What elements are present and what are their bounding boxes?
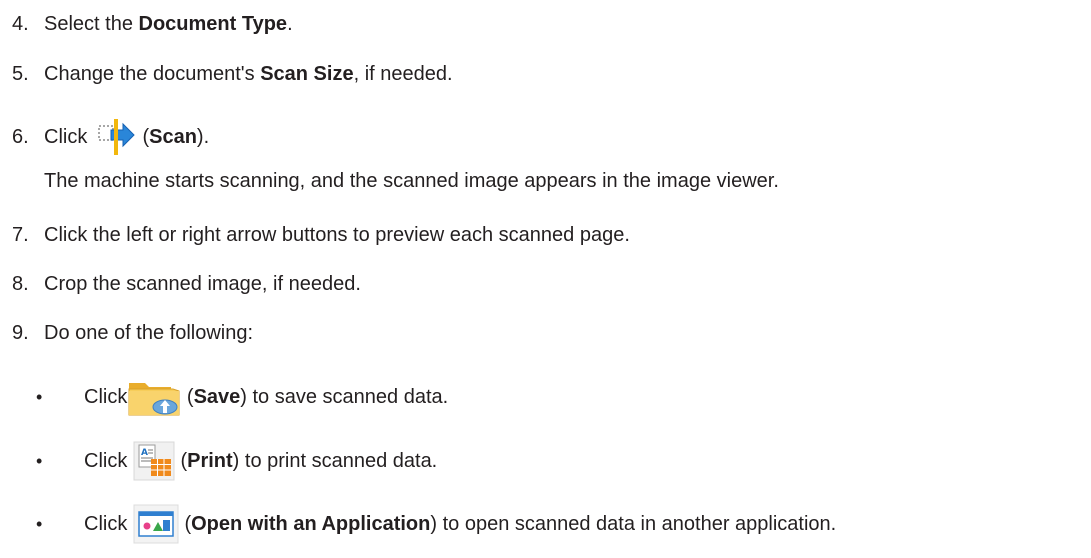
option-bold: Print xyxy=(187,450,233,472)
step-paren-open: ( xyxy=(136,126,150,148)
step-9: 9. Do one of the following: xyxy=(12,321,253,345)
step-text: Select the xyxy=(44,13,139,35)
step-number: 8. xyxy=(12,273,29,295)
step-4: 4. Select the Document Type. xyxy=(12,12,293,36)
option-save: • Click (Save) to save scanned data. xyxy=(36,377,448,417)
option-text: Click xyxy=(84,513,133,535)
svg-text:A: A xyxy=(141,448,148,458)
option-text-end: ) to print scanned data. xyxy=(232,450,438,472)
step-number: 9. xyxy=(12,322,29,344)
step-number: 5. xyxy=(12,63,29,85)
step-text: Change the document's xyxy=(44,63,261,85)
step-8: 8. Crop the scanned image, if needed. xyxy=(12,272,361,296)
option-print: • Click A (Print) to print scanned data. xyxy=(36,441,437,481)
step-bold: Scan xyxy=(149,126,197,148)
option-text: Click xyxy=(84,386,128,408)
bullet: • xyxy=(36,514,43,534)
bullet: • xyxy=(36,451,43,471)
step-bold: Document Type xyxy=(138,13,288,35)
step-number: 6. xyxy=(12,126,29,148)
step-text: Do one of the following: xyxy=(44,322,254,344)
bullet: • xyxy=(36,387,43,407)
option-bold: Open with an Application xyxy=(191,513,431,535)
option-paren-open: ( xyxy=(181,386,194,408)
option-open-with-application: • Click (Open with an Application) to ope… xyxy=(36,504,836,544)
scan-icon xyxy=(97,117,137,157)
step-text-end: . xyxy=(287,13,293,35)
step-6-detail: The machine starts scanning, and the sca… xyxy=(44,170,779,192)
save-folder-icon xyxy=(127,377,181,417)
step-5: 5. Change the document's Scan Size, if ne… xyxy=(12,62,453,86)
open-with-application-icon xyxy=(133,504,179,544)
step-bold: Scan Size xyxy=(260,63,354,85)
step-number: 4. xyxy=(12,13,29,35)
option-text: Click xyxy=(84,450,133,472)
step-7: 7. Click the left or right arrow buttons … xyxy=(12,223,630,247)
step-text-end: , if needed. xyxy=(353,63,453,85)
option-paren-open: ( xyxy=(174,450,188,472)
option-paren-open: ( xyxy=(178,513,192,535)
option-text-end: ) to save scanned data. xyxy=(240,386,449,408)
step-text-end: ). xyxy=(196,126,210,148)
step-number: 7. xyxy=(12,224,29,246)
option-text-end: ) to open scanned data in another applic… xyxy=(430,513,837,535)
print-icon: A xyxy=(133,441,175,481)
step-text: Click the left or right arrow buttons to… xyxy=(44,224,630,246)
option-bold: Save xyxy=(193,386,241,408)
step-text: Crop the scanned image, if needed. xyxy=(44,273,361,295)
step-text: Click xyxy=(44,126,93,148)
step-6: 6. Click (Scan). xyxy=(12,117,209,157)
